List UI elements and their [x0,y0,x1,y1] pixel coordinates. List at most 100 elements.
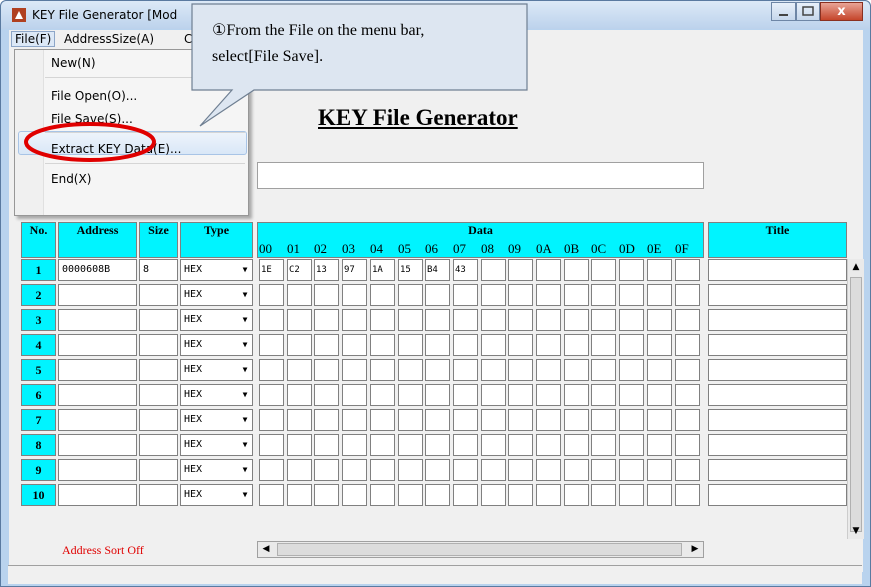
address-cell[interactable] [58,284,137,306]
data-byte-cell[interactable]: 1E [259,259,284,281]
address-cell[interactable] [58,409,137,431]
title-cell[interactable] [708,434,847,456]
data-byte-cell[interactable] [370,359,395,381]
maximize-button[interactable] [796,2,820,21]
data-byte-cell[interactable] [564,359,589,381]
data-byte-cell[interactable] [591,334,616,356]
data-byte-cell[interactable]: 43 [453,259,478,281]
data-byte-cell[interactable] [536,384,561,406]
size-cell[interactable] [139,484,178,506]
data-byte-cell[interactable] [370,484,395,506]
data-byte-cell[interactable] [675,259,700,281]
data-byte-cell[interactable] [314,459,339,481]
data-byte-cell[interactable] [619,459,644,481]
data-byte-cell[interactable] [287,309,312,331]
data-byte-cell[interactable] [287,384,312,406]
data-byte-cell[interactable] [259,334,284,356]
data-byte-cell[interactable] [314,309,339,331]
data-byte-cell[interactable] [564,384,589,406]
data-byte-cell[interactable] [314,409,339,431]
title-cell[interactable] [708,459,847,481]
address-cell[interactable] [58,359,137,381]
title-cell[interactable] [708,359,847,381]
data-byte-cell[interactable] [508,334,533,356]
chevron-down-icon[interactable]: ▼ [240,438,250,452]
data-byte-cell[interactable] [398,334,423,356]
data-byte-cell[interactable] [481,384,506,406]
data-byte-cell[interactable] [591,309,616,331]
address-cell[interactable] [58,384,137,406]
data-byte-cell[interactable] [287,434,312,456]
data-byte-cell[interactable] [259,309,284,331]
data-byte-cell[interactable] [453,484,478,506]
data-byte-cell[interactable] [647,434,672,456]
data-byte-cell[interactable] [564,434,589,456]
address-cell[interactable] [58,434,137,456]
type-select[interactable]: HEX ▼ [180,359,253,381]
data-byte-cell[interactable] [259,409,284,431]
chevron-down-icon[interactable]: ▼ [240,488,250,502]
data-byte-cell[interactable] [370,334,395,356]
data-byte-cell[interactable] [508,409,533,431]
data-byte-cell[interactable] [536,409,561,431]
data-byte-cell[interactable] [453,334,478,356]
data-byte-cell[interactable] [425,384,450,406]
data-byte-cell[interactable] [647,259,672,281]
data-byte-cell[interactable] [591,409,616,431]
data-byte-cell[interactable] [619,284,644,306]
data-byte-cell[interactable] [675,284,700,306]
data-byte-cell[interactable] [453,284,478,306]
data-byte-cell[interactable] [675,409,700,431]
size-cell[interactable] [139,359,178,381]
size-cell[interactable] [139,384,178,406]
data-byte-cell[interactable] [564,459,589,481]
chevron-down-icon[interactable]: ▼ [240,313,250,327]
data-byte-cell[interactable] [619,309,644,331]
data-byte-cell[interactable] [398,459,423,481]
data-byte-cell[interactable] [314,359,339,381]
type-select[interactable]: HEX ▼ [180,409,253,431]
scroll-left-icon[interactable]: ◀ [258,542,274,557]
data-byte-cell[interactable] [675,434,700,456]
data-byte-cell[interactable] [619,259,644,281]
data-byte-cell[interactable] [425,434,450,456]
data-byte-cell[interactable] [508,484,533,506]
type-select[interactable]: HEX ▼ [180,309,253,331]
data-byte-cell[interactable] [536,259,561,281]
menu-item-extract-key[interactable]: Extract KEY Data(E)... [51,142,181,156]
data-byte-cell[interactable] [259,434,284,456]
data-byte-cell[interactable] [564,284,589,306]
data-byte-cell[interactable]: C2 [287,259,312,281]
data-byte-cell[interactable] [647,359,672,381]
data-byte-cell[interactable] [259,284,284,306]
data-byte-cell[interactable] [591,384,616,406]
size-cell[interactable] [139,459,178,481]
data-byte-cell[interactable] [342,434,367,456]
data-byte-cell[interactable] [425,459,450,481]
data-byte-cell[interactable] [591,459,616,481]
data-byte-cell[interactable] [481,409,506,431]
minimize-button[interactable] [771,2,796,21]
data-byte-cell[interactable] [619,384,644,406]
data-byte-cell[interactable] [536,434,561,456]
type-select[interactable]: HEX ▼ [180,484,253,506]
data-byte-cell[interactable] [287,459,312,481]
address-cell[interactable] [58,309,137,331]
data-byte-cell[interactable] [398,384,423,406]
scroll-right-icon[interactable]: ▶ [687,542,703,557]
data-byte-cell[interactable] [425,484,450,506]
data-byte-cell[interactable]: 97 [342,259,367,281]
data-byte-cell[interactable] [259,359,284,381]
data-byte-cell[interactable] [564,334,589,356]
size-cell[interactable]: 8 [139,259,178,281]
type-select[interactable]: HEX ▼ [180,259,253,281]
chevron-down-icon[interactable]: ▼ [240,388,250,402]
menu-item-new[interactable]: New(N) [51,56,96,70]
address-cell[interactable] [58,334,137,356]
data-byte-cell[interactable] [259,384,284,406]
title-cell[interactable] [708,484,847,506]
data-byte-cell[interactable] [342,409,367,431]
chevron-down-icon[interactable]: ▼ [240,463,250,477]
data-byte-cell[interactable] [591,259,616,281]
menu-item-file-open[interactable]: File Open(O)... [51,89,137,103]
